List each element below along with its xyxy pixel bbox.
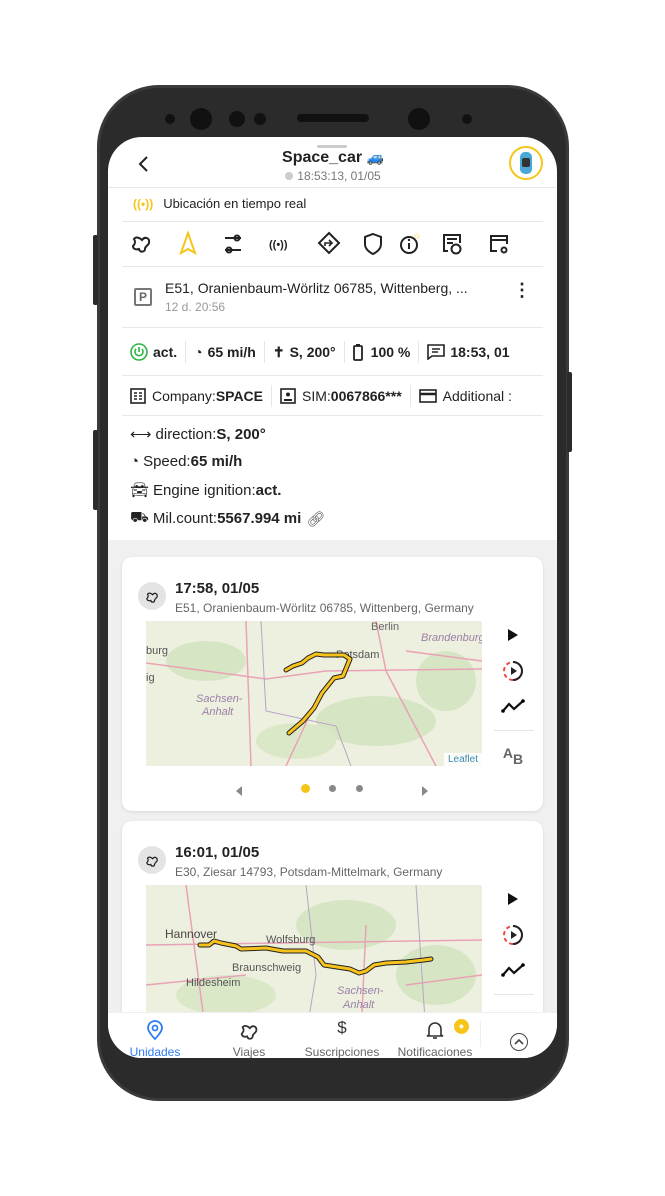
divider — [494, 994, 534, 995]
broadcast-icon[interactable]: ((•)) — [269, 239, 288, 251]
ignition-status: act. — [153, 344, 178, 360]
replay-speed-icon[interactable] — [500, 922, 526, 948]
action-toolbar: ((•)) ☆ — [130, 229, 540, 257]
sim-icon — [280, 388, 296, 404]
pager-dot[interactable] — [329, 785, 336, 792]
status-dot — [285, 172, 294, 180]
parking-icon: P — [134, 288, 152, 306]
detail-ignition: 🚘︎ Engine ignition: act. — [130, 481, 282, 500]
sim-label: SIM: — [302, 388, 331, 404]
sensor — [165, 114, 175, 124]
detail-direction: ⟷ direction: S, 200° — [130, 425, 266, 444]
play-icon[interactable] — [500, 622, 526, 648]
company-label: Company: — [152, 388, 216, 404]
svg-text:((•)): ((•)) — [269, 239, 288, 251]
info-bar: Company: SPACE SIM: 0067866*** Additiona… — [130, 385, 545, 407]
pager-prev[interactable] — [236, 783, 242, 796]
pager-dot-active[interactable] — [301, 784, 310, 793]
detail-mileage: ⛟ Mil.count: 5567.994 mi 🔗︎ — [130, 509, 326, 528]
company-value: SPACE — [215, 388, 264, 404]
sim-value: 0067866*** — [330, 388, 402, 404]
detail-speed: ◔ Speed: 65 mi/h — [130, 453, 243, 470]
power-button — [567, 372, 572, 452]
expand-up-icon[interactable] — [510, 1033, 528, 1051]
ab-compare-icon[interactable]: AB — [500, 740, 526, 767]
chart-line-icon[interactable] — [500, 693, 526, 719]
leaflet-attribution[interactable]: Leaflet — [443, 753, 482, 766]
drag-handle[interactable] — [317, 145, 347, 148]
additional-info[interactable]: Additional : — [443, 388, 512, 404]
broadcast-icon: ((•)) — [133, 196, 154, 211]
status-bar: act. ◔ 65 mi/h ✝ S, 200° 100 % 18:53, 01 — [130, 341, 545, 363]
battery-value: 100 % — [370, 344, 411, 360]
pager-dot[interactable] — [356, 785, 363, 792]
company-icon — [130, 388, 146, 404]
speedometer-icon: ◔ — [130, 453, 140, 470]
live-location-toggle[interactable]: ((•)) Ubicación en tiempo real — [133, 196, 306, 211]
route-settings-icon[interactable] — [225, 234, 241, 254]
divider — [480, 1021, 481, 1047]
trip-icon[interactable] — [131, 236, 151, 253]
signpost-icon: ✝ — [272, 343, 285, 360]
sensor — [462, 114, 472, 124]
address-text: E51, Oranienbaum-Wörlitz 06785, Wittenbe… — [165, 280, 468, 296]
bottom-navigation: Unidades Viajes $ Suscripciones ● Notifi… — [108, 1012, 557, 1058]
trip-icon — [138, 846, 166, 874]
power-icon — [130, 343, 148, 361]
volume-button — [93, 235, 98, 305]
link-icon[interactable]: 🔗︎ — [306, 510, 325, 528]
route-line — [283, 651, 353, 736]
bell-icon — [426, 1022, 444, 1039]
direction-value: S, 200° — [289, 344, 336, 360]
trip-icon — [240, 1024, 258, 1040]
trip-time: 16:01, 01/05 — [175, 844, 260, 861]
camera — [190, 108, 212, 130]
live-location-label: Ubicación en tiempo real — [163, 196, 307, 211]
trip-map[interactable]: Berlin Brandenburg Potsdam burg Sachsen-… — [146, 621, 482, 766]
report-clock-icon[interactable] — [443, 234, 462, 255]
car-top-icon — [520, 152, 532, 174]
more-menu-icon[interactable]: ⋮ — [513, 281, 531, 307]
last-update: 18:53:13, 01/05 — [208, 169, 458, 183]
svg-text:☆: ☆ — [413, 231, 421, 241]
directions-icon[interactable] — [317, 231, 341, 255]
sensor — [229, 111, 245, 127]
vehicle-avatar[interactable] — [509, 146, 543, 180]
divider — [494, 730, 534, 731]
camera — [408, 108, 430, 130]
vehicle-title: Space_car 🚙 — [282, 149, 384, 166]
window-settings-icon[interactable] — [490, 235, 508, 254]
visibility-badge-icon[interactable]: ● — [454, 1019, 469, 1034]
trip-time: 17:58, 01/05 — [175, 580, 260, 597]
trip-card[interactable]: 17:58, 01/05 E51, Oranienbaum-Wörlitz 06… — [122, 557, 543, 811]
battery-icon — [352, 344, 363, 361]
direction-arrow-icon: ⟷ — [130, 426, 152, 443]
location-pin-icon — [147, 1020, 163, 1040]
volume-button — [93, 430, 98, 510]
replay-speed-icon[interactable] — [500, 658, 526, 684]
play-icon[interactable] — [500, 886, 526, 912]
last-message-time: 18:53, 01 — [450, 344, 510, 360]
dollar-icon: $ — [337, 1018, 347, 1037]
app-screen: Space_car 🚙 18:53:13, 01/05 ((•)) Ubicaci… — [108, 137, 557, 1058]
card-icon — [418, 389, 437, 403]
sensor — [254, 113, 266, 125]
car-icon: 🚘︎ — [130, 482, 150, 499]
trip-address: E51, Oranienbaum-Wörlitz 06785, Wittenbe… — [175, 601, 474, 615]
trip-icon — [138, 582, 166, 610]
parking-duration: 12 d. 20:56 — [165, 300, 226, 314]
message-icon — [427, 344, 446, 360]
speed-value: 65 mi/h — [207, 344, 256, 360]
trip-address: E30, Ziesar 14793, Potsdam-Mittelmark, G… — [175, 865, 443, 879]
car-front-icon: ⛟ — [130, 509, 149, 526]
speedometer-icon: ◔ — [194, 344, 203, 360]
navigate-arrow-icon[interactable] — [179, 229, 197, 256]
chart-line-icon[interactable] — [500, 957, 526, 983]
speaker — [297, 114, 369, 122]
pager-next[interactable] — [422, 783, 428, 796]
back-icon[interactable] — [134, 153, 154, 175]
shield-icon[interactable] — [364, 232, 382, 256]
info-star-icon[interactable]: ☆ — [400, 231, 421, 254]
